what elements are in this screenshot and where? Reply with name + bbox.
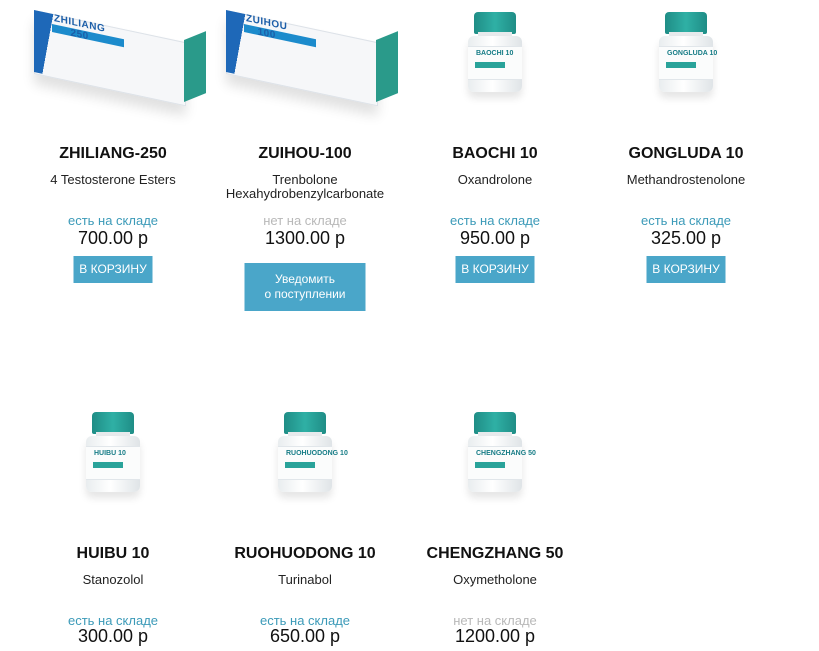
notify-button-line2: о поступлении [264,287,346,301]
product-name[interactable]: HUIBU 10 [18,545,208,563]
product-price: 1200.00 р [454,626,536,646]
product-name[interactable]: GONGLUDA 10 [591,145,781,163]
product-name[interactable]: CHENGZHANG 50 [400,545,590,563]
product-image[interactable]: RUOHUODONG 10 [210,400,400,530]
notify-button[interactable]: Уведомить о поступлении [244,263,366,311]
product-price: 700.00 р [77,228,149,248]
stock-status: есть на складе [67,213,159,228]
add-to-cart-button[interactable]: В КОРЗИНУ [646,256,726,283]
product-price: 650.00 р [269,626,341,646]
add-to-cart-button[interactable]: В КОРЗИНУ [73,256,153,283]
product-substance: Turinabol [278,572,332,587]
product-card: ZUIHOU 100 ZUIHOU-100 Trenbolone Hexahyd… [210,0,400,311]
stock-status: есть на складе [449,213,541,228]
product-image[interactable]: BAOCHI 10 [400,0,590,130]
product-name[interactable]: ZUIHOU-100 [210,145,400,163]
notify-button-line1: Уведомить [275,272,335,286]
product-name[interactable]: BAOCHI 10 [400,145,590,163]
product-name[interactable]: RUOHUODONG 10 [210,545,400,563]
product-card: GONGLUDA 10 GONGLUDA 10 Methandrostenolo… [591,0,781,283]
stock-status: нет на складе [263,213,347,228]
product-substance: Stanozolol [82,572,144,587]
product-name[interactable]: ZHILIANG-250 [18,145,208,163]
product-image[interactable]: HUIBU 10 [18,400,208,530]
product-substance-line2: Hexahydrobenzylcarbonate [225,186,385,201]
product-substance: Oxymetholone [453,572,537,587]
add-to-cart-button[interactable]: В КОРЗИНУ [455,256,535,283]
product-image[interactable]: ZHILIANG 250 [18,0,208,130]
product-substance: 4 Testosterone Esters [50,172,176,187]
product-substance: Trenbolone [272,172,338,187]
product-card: CHENGZHANG 50 CHENGZHANG 50 Oxymetholone… [400,400,590,646]
product-image[interactable]: CHENGZHANG 50 [400,400,590,530]
product-price: 325.00 р [650,228,722,248]
product-price: 950.00 р [459,228,531,248]
product-substance: Methandrostenolone [626,172,746,187]
product-image[interactable]: GONGLUDA 10 [591,0,781,130]
product-price: 1300.00 р [264,228,346,248]
product-card: HUIBU 10 HUIBU 10 Stanozolol есть на скл… [18,400,208,646]
product-card: RUOHUODONG 10 RUOHUODONG 10 Turinabol ес… [210,400,400,646]
product-card: ZHILIANG 250 ZHILIANG-250 4 Testosterone… [18,0,208,283]
stock-status: есть на складе [640,213,732,228]
product-card: BAOCHI 10 BAOCHI 10 Oxandrolone есть на … [400,0,590,283]
product-image[interactable]: ZUIHOU 100 [210,0,400,130]
product-substance: Oxandrolone [457,172,533,187]
product-price: 300.00 р [77,626,149,646]
